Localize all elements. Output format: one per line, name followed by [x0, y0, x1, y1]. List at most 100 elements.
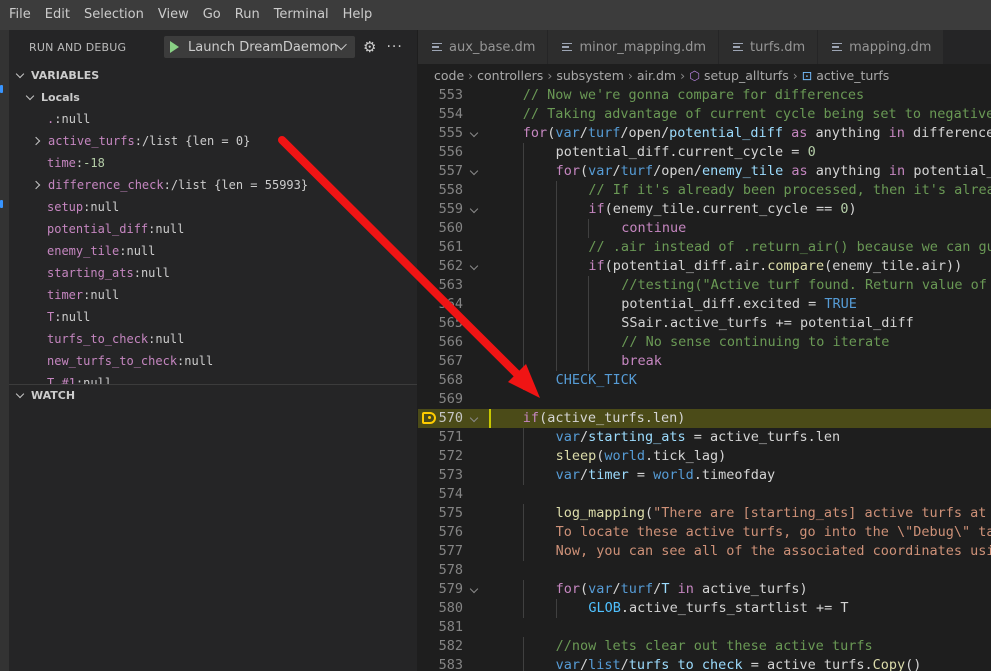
variable-row[interactable]: T: null	[9, 306, 417, 328]
variable-row[interactable]: turfs_to_check: null	[9, 328, 417, 350]
line-number[interactable]: 582	[418, 637, 463, 656]
code-line[interactable]: 570 if(active_turfs.len)	[418, 409, 991, 428]
variable-row[interactable]: difference_check: /list {len = 55993}	[9, 174, 417, 196]
code-line[interactable]: 558 // If it's already been processed, th…	[418, 181, 991, 200]
line-number[interactable]: 579	[418, 580, 463, 599]
fold-chevron-icon[interactable]	[469, 261, 479, 271]
line-number[interactable]: 557	[418, 162, 463, 181]
line-number[interactable]: 559	[418, 200, 463, 219]
editor-tab[interactable]: mapping.dm	[818, 30, 945, 64]
fold-chevron-icon[interactable]	[469, 413, 479, 423]
line-number[interactable]: 581	[418, 618, 463, 637]
code-line[interactable]: 579 for(var/turf/T in active_turfs)	[418, 580, 991, 599]
menu-run[interactable]: Run	[228, 0, 267, 30]
fold-chevron-icon[interactable]	[469, 584, 479, 594]
code-line[interactable]: 553 // Now we're gonna compare for differ…	[418, 86, 991, 105]
editor-tab[interactable]: turfs.dm	[719, 30, 819, 64]
chevron-right-icon[interactable]	[31, 180, 41, 190]
code-line[interactable]: 581	[418, 618, 991, 637]
breakpoint-current-icon[interactable]	[422, 412, 436, 424]
code-line[interactable]: 583 var/list/turfs_to_check = active_turf…	[418, 656, 991, 671]
code-line[interactable]: 569	[418, 390, 991, 409]
line-number[interactable]: 578	[418, 561, 463, 580]
line-number[interactable]: 556	[418, 143, 463, 162]
line-number[interactable]: 571	[418, 428, 463, 447]
variable-row[interactable]: setup: null	[9, 196, 417, 218]
ellipsis-icon[interactable]: ···	[386, 39, 402, 55]
variables-section-header[interactable]: VARIABLES	[9, 64, 417, 86]
variable-row[interactable]: .: null	[9, 108, 417, 130]
code-line[interactable]: 560 continue	[418, 219, 991, 238]
line-number[interactable]: 555	[418, 124, 463, 143]
fold-chevron-icon[interactable]	[469, 166, 479, 176]
code-line[interactable]: 555 for(var/turf/open/potential_diff as a…	[418, 124, 991, 143]
breadcrumb-item[interactable]: subsystem	[556, 68, 624, 83]
code-line[interactable]: 566 // No sense continuing to iterate	[418, 333, 991, 352]
line-number[interactable]: 568	[418, 371, 463, 390]
editor-tab[interactable]: minor_mapping.dm	[548, 30, 720, 64]
menu-terminal[interactable]: Terminal	[267, 0, 336, 30]
code-line[interactable]: 574	[418, 485, 991, 504]
code-line[interactable]: 564 potential_diff.excited = TRUE	[418, 295, 991, 314]
line-number[interactable]: 580	[418, 599, 463, 618]
code-line[interactable]: 580 GLOB.active_turfs_startlist += T	[418, 599, 991, 618]
chevron-right-icon[interactable]	[31, 136, 41, 146]
editor-tab[interactable]: aux_base.dm	[418, 30, 549, 64]
line-number[interactable]: 553	[418, 86, 463, 105]
variable-row[interactable]: active_turfs: /list {len = 0}	[9, 130, 417, 152]
menu-selection[interactable]: Selection	[77, 0, 151, 30]
watch-section-header[interactable]: WATCH	[9, 384, 417, 406]
code-line[interactable]: 577 Now, you can see all of the associate…	[418, 542, 991, 561]
menu-help[interactable]: Help	[336, 0, 380, 30]
code-line[interactable]: 572 sleep(world.tick_lag)	[418, 447, 991, 466]
line-number[interactable]: 577	[418, 542, 463, 561]
fold-chevron-icon[interactable]	[469, 128, 479, 138]
variable-row[interactable]: starting_ats: null	[9, 262, 417, 284]
line-number[interactable]: 575	[418, 504, 463, 523]
code-line[interactable]: 576 To locate these active turfs, go into…	[418, 523, 991, 542]
variable-row[interactable]: enemy_tile: null	[9, 240, 417, 262]
code-line[interactable]: 563 //testing("Active turf found. Return …	[418, 276, 991, 295]
line-number[interactable]: 583	[418, 656, 463, 671]
code-line[interactable]: 559 if(enemy_tile.current_cycle == 0)	[418, 200, 991, 219]
line-number[interactable]: 573	[418, 466, 463, 485]
variable-row[interactable]: potential_diff: null	[9, 218, 417, 240]
code-line[interactable]: 573 var/timer = world.timeofday	[418, 466, 991, 485]
breadcrumb-item[interactable]: code	[434, 68, 464, 83]
line-number[interactable]: 558	[418, 181, 463, 200]
breadcrumb-item[interactable]: air.dm	[637, 68, 676, 83]
code-line[interactable]: 561 // .air instead of .return_air() beca…	[418, 238, 991, 257]
locals-scope-header[interactable]: Locals	[9, 86, 417, 108]
launch-config-dropdown[interactable]: Launch DreamDaemon	[164, 36, 355, 58]
code-area[interactable]: 553 // Now we're gonna compare for differ…	[418, 86, 991, 671]
line-number[interactable]: 566	[418, 333, 463, 352]
line-number[interactable]: 564	[418, 295, 463, 314]
variable-row[interactable]: T #1: null	[9, 372, 417, 384]
line-number[interactable]: 565	[418, 314, 463, 333]
code-line[interactable]: 562 if(potential_diff.air.compare(enemy_t…	[418, 257, 991, 276]
breadcrumb-item[interactable]: ⊡ active_turfs	[802, 68, 890, 83]
line-number[interactable]: 574	[418, 485, 463, 504]
variable-row[interactable]: time: -18	[9, 152, 417, 174]
code-line[interactable]: 568 CHECK_TICK	[418, 371, 991, 390]
code-line[interactable]: 567 break	[418, 352, 991, 371]
code-line[interactable]: 557 for(var/turf/open/enemy_tile as anyth…	[418, 162, 991, 181]
line-number[interactable]: 554	[418, 105, 463, 124]
code-line[interactable]: 578	[418, 561, 991, 580]
line-number[interactable]: 567	[418, 352, 463, 371]
breadcrumb-item[interactable]: ⬡ setup_allturfs	[689, 68, 789, 83]
line-number[interactable]: 563	[418, 276, 463, 295]
line-number[interactable]: 561	[418, 238, 463, 257]
line-number[interactable]: 576	[418, 523, 463, 542]
code-line[interactable]: 582 //now lets clear out these active tur…	[418, 637, 991, 656]
menu-file[interactable]: File	[2, 0, 38, 30]
code-line[interactable]: 575 log_mapping("There are [starting_ats]…	[418, 504, 991, 523]
menu-edit[interactable]: Edit	[38, 0, 77, 30]
code-line[interactable]: 556 potential_diff.current_cycle = 0	[418, 143, 991, 162]
code-line[interactable]: 571 var/starting_ats = active_turfs.len	[418, 428, 991, 447]
gear-icon[interactable]: ⚙	[363, 38, 376, 56]
fold-chevron-icon[interactable]	[469, 204, 479, 214]
line-number[interactable]: 572	[418, 447, 463, 466]
variable-row[interactable]: new_turfs_to_check: null	[9, 350, 417, 372]
line-number[interactable]: 562	[418, 257, 463, 276]
